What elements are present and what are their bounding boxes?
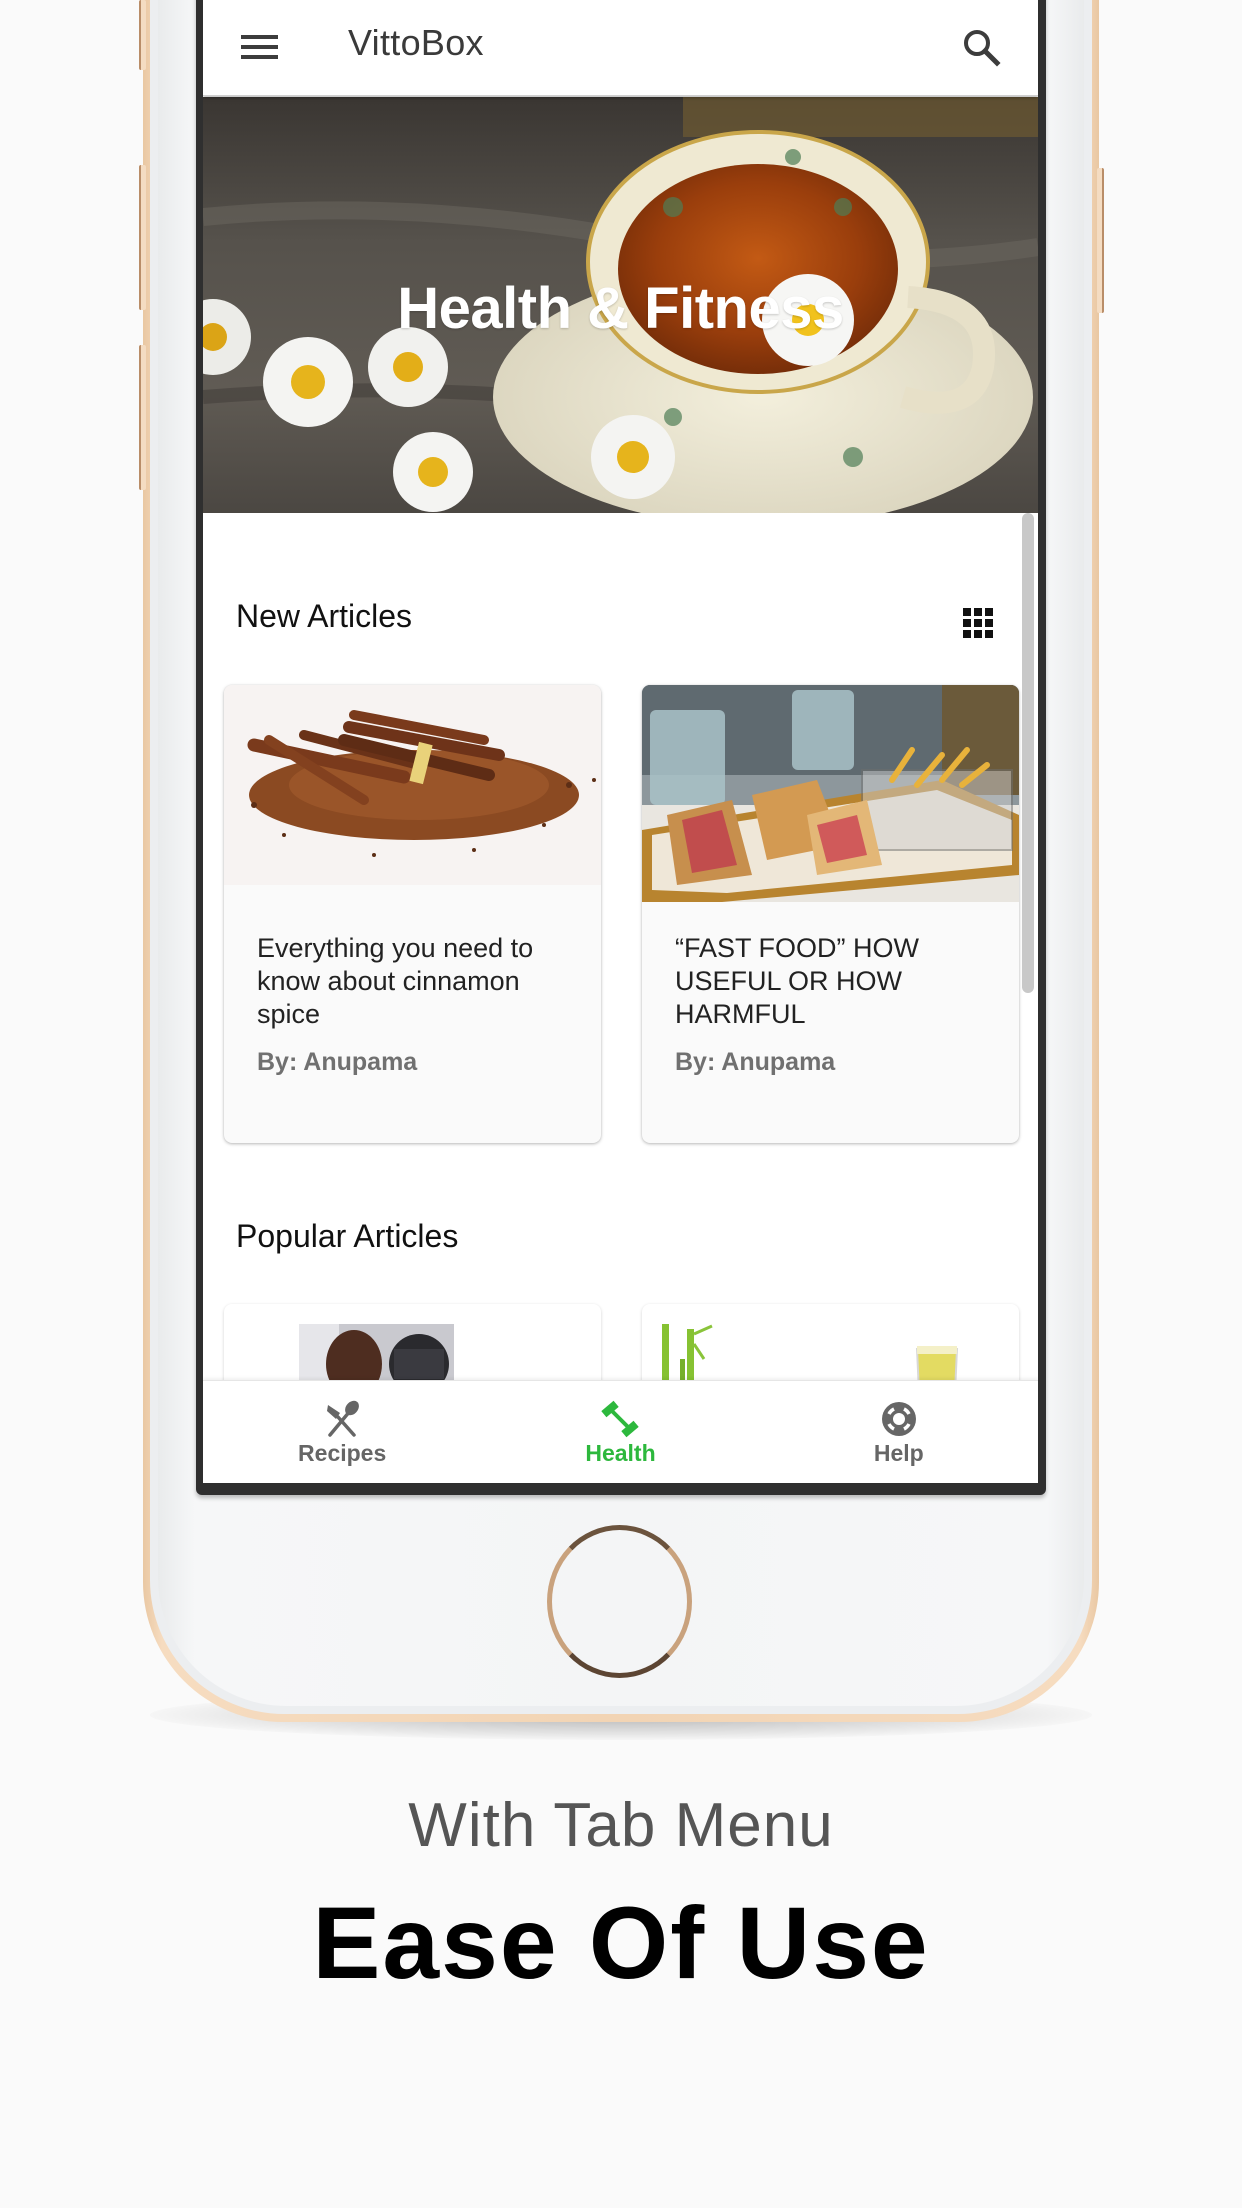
- new-articles-heading: New Articles: [236, 598, 413, 634]
- phone-power-button: [1097, 168, 1104, 313]
- tab-help[interactable]: Help: [760, 1381, 1038, 1483]
- tab-label: Help: [873, 1440, 924, 1466]
- phone-volume-up-button: [139, 165, 146, 310]
- scrollbar-thumb[interactable]: [1022, 513, 1034, 993]
- hero-banner: Health & Fitness: [203, 97, 1038, 513]
- dumbbell-icon: [601, 1400, 640, 1438]
- tab-recipes[interactable]: Recipes: [203, 1381, 481, 1483]
- fork-spoon-icon: [327, 1400, 360, 1437]
- lifebuoy-icon: [881, 1402, 916, 1436]
- fast-food-image: [642, 685, 1019, 902]
- tab-label: Recipes: [298, 1440, 387, 1466]
- tab-label: Health: [585, 1440, 656, 1466]
- article-title: “FAST FOOD” HOW USEFUL OR HOW HARMFUL: [675, 933, 919, 1029]
- phone-mute-switch: [139, 0, 146, 70]
- hamburger-menu-icon[interactable]: [241, 35, 278, 59]
- cinnamon-image: [224, 685, 601, 885]
- article-author: By: Anupama: [675, 1048, 836, 1076]
- article-card[interactable]: Everything you need to know about cinnam…: [224, 685, 601, 1143]
- search-icon[interactable]: [960, 26, 1004, 70]
- caption-headline: Ease Of Use: [312, 1886, 930, 2000]
- caption-subtitle: With Tab Menu: [408, 1791, 834, 1860]
- app-title: VittoBox: [348, 22, 484, 63]
- phone-home-button: [547, 1525, 692, 1678]
- app-screen: VittoBox Health & Fitness New Articles E…: [203, 0, 1038, 1483]
- tab-health[interactable]: Health: [481, 1381, 759, 1483]
- hero-title: Health & Fitness: [397, 276, 844, 341]
- phone-volume-down-button: [139, 345, 146, 490]
- popular-articles-heading: Popular Articles: [236, 1218, 459, 1254]
- article-card[interactable]: “FAST FOOD” HOW USEFUL OR HOW HARMFUL By…: [642, 685, 1019, 1143]
- grid-view-icon[interactable]: [963, 608, 993, 638]
- app-bar: VittoBox: [203, 0, 1038, 96]
- article-author: By: Anupama: [257, 1048, 418, 1076]
- article-title: Everything you need to know about cinnam…: [257, 933, 534, 1029]
- bottom-tab-bar: Recipes Health Help: [203, 1380, 1038, 1483]
